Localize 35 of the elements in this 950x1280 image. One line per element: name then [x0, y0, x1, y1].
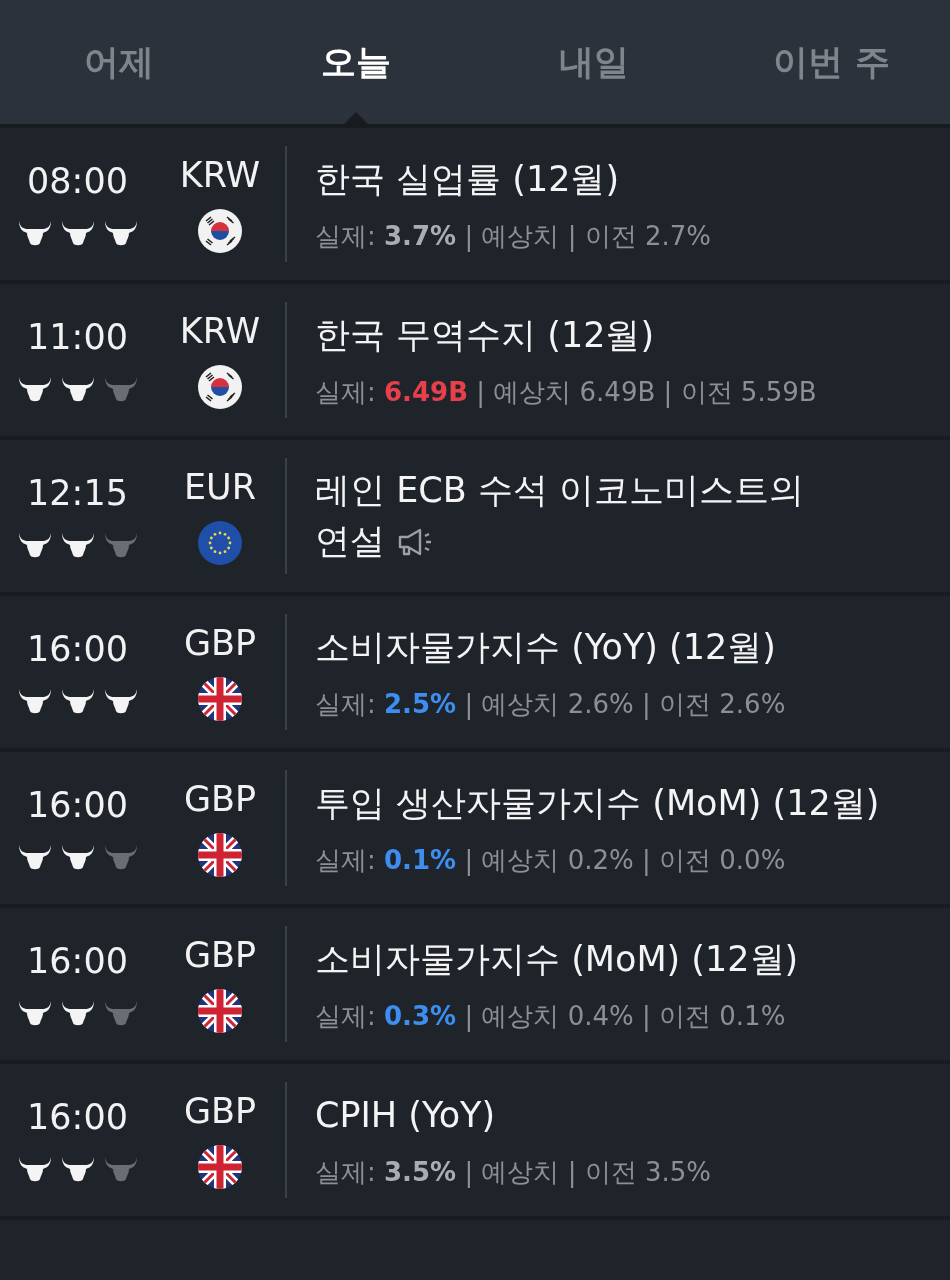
- event-title: 레인 ECB 수석 이코노미스트의 연설: [315, 470, 804, 561]
- event-time: 16:00: [27, 941, 128, 981]
- event-title: CPIH (YoY): [315, 1095, 496, 1136]
- currency-code: GBP: [183, 779, 257, 819]
- currency-code: GBP: [183, 1091, 257, 1131]
- event-figures: 실제: 6.49B | 예상치 6.49B | 이전 5.59B: [315, 375, 818, 410]
- currency-code: GBP: [183, 623, 257, 663]
- event-figures: 실제: 0.3% | 예상치 0.4% | 이전 0.1%: [315, 999, 787, 1034]
- event-row[interactable]: 16:00 GBP 소비자물가지수 (YoY) (12월) 실제: 2.5% | 예상치 2.6% | 이전 2.6%: [0, 596, 950, 752]
- event-row[interactable]: 16:00 GBP CPIH (YoY) 실제: 3.5% | 예상치 | 이전 3.5%: [0, 1064, 950, 1220]
- event-row[interactable]: 12:15 EUR 레인 ECB 수석 이코노미스트의 연설: [0, 440, 950, 596]
- tab[interactable]: 오늘: [237, 0, 475, 124]
- event-time: 16:00: [27, 1097, 128, 1137]
- currency-code: GBP: [183, 935, 257, 975]
- event-time: 12:15: [27, 473, 128, 513]
- event-time: 11:00: [27, 317, 128, 357]
- currency-code: KRW: [179, 311, 261, 351]
- event-title: 소비자물가지수 (MoM) (12월): [315, 939, 799, 980]
- event-figures: 실제: 3.5% | 예상치 | 이전 3.5%: [315, 1155, 713, 1190]
- event-row[interactable]: 08:00 KRW 한국 실업률 (12월) 실제: 3.7% | 예상치 | 이전 2.7%: [0, 128, 950, 284]
- event-row[interactable]: 16:00 GBP 소비자물가지수 (MoM) (12월) 실제: 0.3% | 예상치 0.4% | 이전 0.1%: [0, 908, 950, 1064]
- currency-code: EUR: [183, 467, 257, 507]
- event-title: 한국 실업률 (12월): [315, 159, 620, 200]
- event-title: 한국 무역수지 (12월): [315, 315, 655, 356]
- event-row[interactable]: 16:00 GBP 투입 생산자물가지수 (MoM) (12월) 실제: 0.1% | 예상치 0.2% | 이전 0.0%: [0, 752, 950, 908]
- event-title: 소비자물가지수 (YoY) (12월): [315, 627, 776, 668]
- event-time: 16:00: [27, 785, 128, 825]
- event-title: 투입 생산자물가지수 (MoM) (12월): [315, 783, 880, 824]
- event-figures: 실제: 3.7% | 예상치 | 이전 2.7%: [315, 219, 713, 254]
- event-figures: 실제: 0.1% | 예상치 0.2% | 이전 0.0%: [315, 843, 787, 878]
- currency-code: KRW: [179, 155, 261, 195]
- event-time: 16:00: [27, 629, 128, 669]
- event-figures: 실제: 2.5% | 예상치 2.6% | 이전 2.6%: [315, 687, 787, 722]
- event-time: 08:00: [27, 161, 128, 201]
- event-row[interactable]: 11:00 KRW 한국 무역수지 (12월) 실제: 6.49B | 예상치 6.49B | 이전 5.59B: [0, 284, 950, 440]
